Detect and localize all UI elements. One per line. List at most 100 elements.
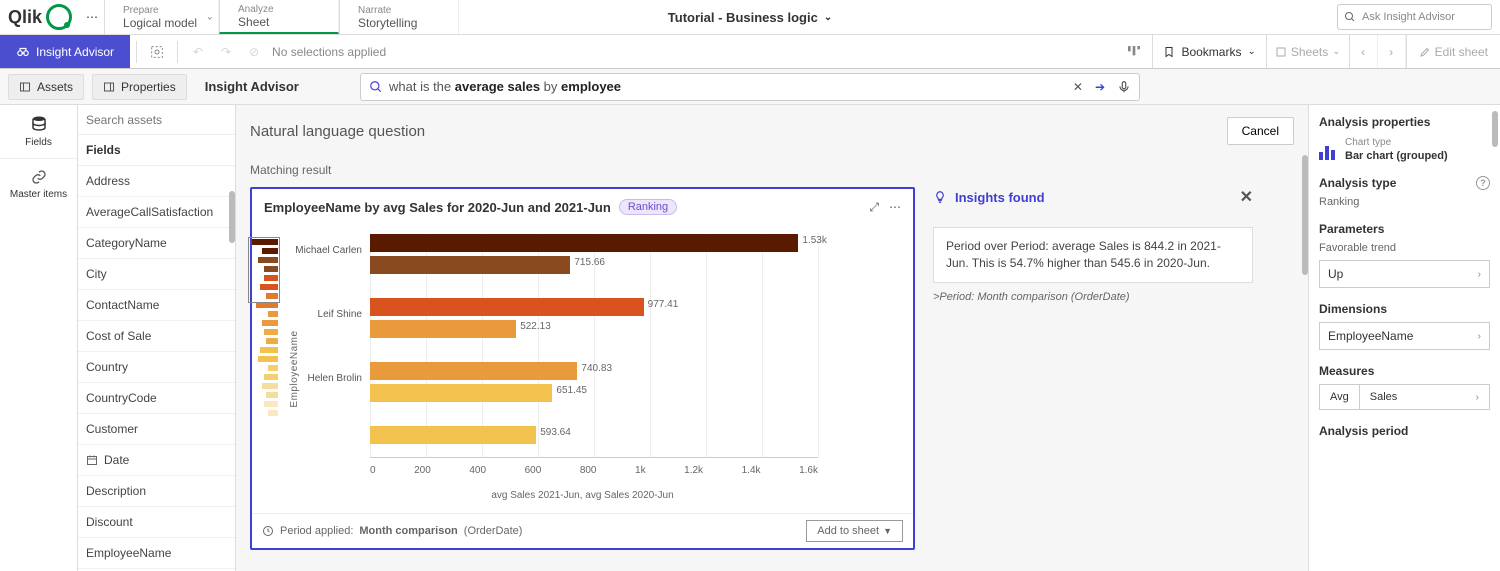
assets-toggle[interactable]: Assets [8,74,84,100]
y-axis-label: EmployeeName [289,330,300,407]
field-item[interactable]: City [78,259,235,290]
analysis-period-heading: Analysis period [1319,424,1490,438]
prev-sheet-button[interactable]: ‹ [1350,35,1378,68]
brand-logo[interactable]: Qlik [0,4,80,30]
period-value: Month comparison [359,525,457,537]
chevron-down-icon: ⌄ [1332,46,1340,57]
cancel-button[interactable]: Cancel [1227,117,1294,145]
field-item[interactable]: Description [78,476,235,507]
field-item[interactable]: ContactName [78,290,235,321]
bar-chart-icon [1319,140,1339,160]
selections-tool-icon[interactable] [1124,42,1144,62]
nav-prepare[interactable]: Prepare Logical model ⌄ [104,0,219,34]
database-icon [30,115,48,133]
bar-partial[interactable]: 593.64 [370,425,536,445]
close-insights-button[interactable]: ✕ [1240,187,1253,207]
bookmarks-dropdown[interactable]: Bookmarks ⌄ [1152,35,1265,68]
calendar-icon [86,454,98,466]
field-list[interactable]: AddressAverageCallSatisfactionCategoryNa… [78,166,235,571]
properties-label: Properties [121,80,176,94]
bar-2020[interactable]: 715.66 [370,255,570,275]
scrollbar-thumb[interactable] [229,191,235,243]
field-item[interactable]: AverageCallSatisfaction [78,197,235,228]
pencil-icon [1419,46,1431,58]
rail-fields[interactable]: Fields [0,105,77,159]
separator [177,41,178,63]
scrollbar-thumb[interactable] [1492,111,1498,147]
step-forward-icon: ↷ [216,42,236,62]
asset-search[interactable] [78,105,235,135]
ask-insight-advisor-input[interactable]: Ask Insight Advisor [1337,4,1492,30]
overview-viewport[interactable] [248,237,280,303]
chart-menu-button[interactable]: ⋯ [889,200,901,215]
nav-narrate-small: Narrate [358,5,440,16]
chart-overview-strip[interactable] [250,239,278,416]
field-item[interactable]: Discount [78,507,235,538]
field-item[interactable]: CategoryName [78,228,235,259]
field-item[interactable]: Date [78,445,235,476]
favorable-trend-label: Favorable trend [1319,242,1490,254]
smart-search-icon[interactable] [147,42,167,62]
insight-advisor-button[interactable]: Insight Advisor [0,35,130,68]
bar-2021[interactable]: 1.53k [370,233,798,253]
aggregation-value[interactable]: Avg [1320,385,1360,409]
nav-narrate[interactable]: Narrate Storytelling [339,0,459,34]
insight-card[interactable]: Period over Period: average Sales is 844… [933,227,1253,283]
field-item[interactable]: Customer [78,414,235,445]
binoculars-icon [16,45,30,59]
nlq-title: Natural language question [250,123,1219,140]
field-item[interactable]: EmployeeName [78,538,235,569]
advisor-header-row: Assets Properties Insight Advisor what i… [0,69,1500,105]
measure-select[interactable]: Avg Sales› [1319,384,1490,410]
bar-2021[interactable]: 740.83 [370,361,577,381]
add-to-sheet-button[interactable]: Add to sheet ▼ [806,520,903,542]
brand-text: Qlik [8,7,42,28]
clear-search-button[interactable]: ✕ [1073,80,1083,94]
chart-type-value: Bar chart (grouped) [1345,150,1448,162]
app-menu-button[interactable]: ⋯ [80,10,104,24]
field-item[interactable]: Country [78,352,235,383]
dimension-select[interactable]: EmployeeName › [1319,322,1490,350]
field-item[interactable]: Cost of Sale [78,321,235,352]
sheet-icon [1275,46,1287,58]
bar-2020[interactable]: 651.45 [370,383,552,403]
parameters-heading: Parameters [1319,222,1490,236]
chevron-down-icon: ⌄ [824,12,832,23]
submit-search-button[interactable]: ➔ [1095,80,1105,94]
next-sheet-button[interactable]: › [1378,35,1406,68]
rail-master-label: Master items [10,189,67,200]
favorable-trend-select[interactable]: Up › [1319,260,1490,288]
nav-analyze[interactable]: Analyze Sheet [219,0,339,34]
sheets-dropdown[interactable]: Sheets ⌄ [1266,35,1349,68]
sheets-label: Sheets [1291,45,1328,59]
app-title-dropdown[interactable]: Tutorial - Business logic ⌄ [668,10,832,25]
top-bar: Qlik ⋯ Prepare Logical model ⌄ Analyze S… [0,0,1500,35]
help-icon[interactable]: ? [1476,176,1490,190]
rail-master-items[interactable]: Master items [0,159,77,210]
analysis-type-label: Analysis type [1319,176,1396,190]
dimensions-heading: Dimensions [1319,302,1490,316]
matching-result-label: Matching result [250,163,1294,177]
chart-body[interactable]: EmployeeName Michael Carlen1.53k715.66Le… [252,225,913,513]
analysis-type-value: Ranking [1319,196,1490,208]
insight-period: >Period: Month comparison (OrderDate) [933,291,1253,303]
period-field: (OrderDate) [464,525,523,537]
microphone-icon[interactable] [1117,80,1131,94]
step-back-icon: ↶ [188,42,208,62]
no-selections-label: No selections applied [272,45,386,59]
bar-chart-plot: Michael Carlen1.53k715.66Leif Shine977.4… [370,233,818,458]
bar-2021[interactable]: 977.41 [370,297,644,317]
edit-sheet-button[interactable]: Edit sheet [1406,35,1500,68]
nav-prepare-small: Prepare [123,5,200,16]
nlq-search-input[interactable]: what is the average sales by employee ✕ … [360,73,1140,101]
bar-2020[interactable]: 522.13 [370,319,516,339]
asset-search-input[interactable] [86,113,227,127]
field-item[interactable]: Address [78,166,235,197]
field-item[interactable]: CountryCode [78,383,235,414]
fullscreen-icon[interactable]: ⤢ [869,200,879,215]
properties-toggle[interactable]: Properties [92,74,187,100]
favorable-trend-value: Up [1328,267,1343,281]
main-content: Natural language question Cancel Matchin… [236,105,1308,571]
chevron-down-icon: ⌄ [206,12,214,23]
app-title-text: Tutorial - Business logic [668,10,818,25]
